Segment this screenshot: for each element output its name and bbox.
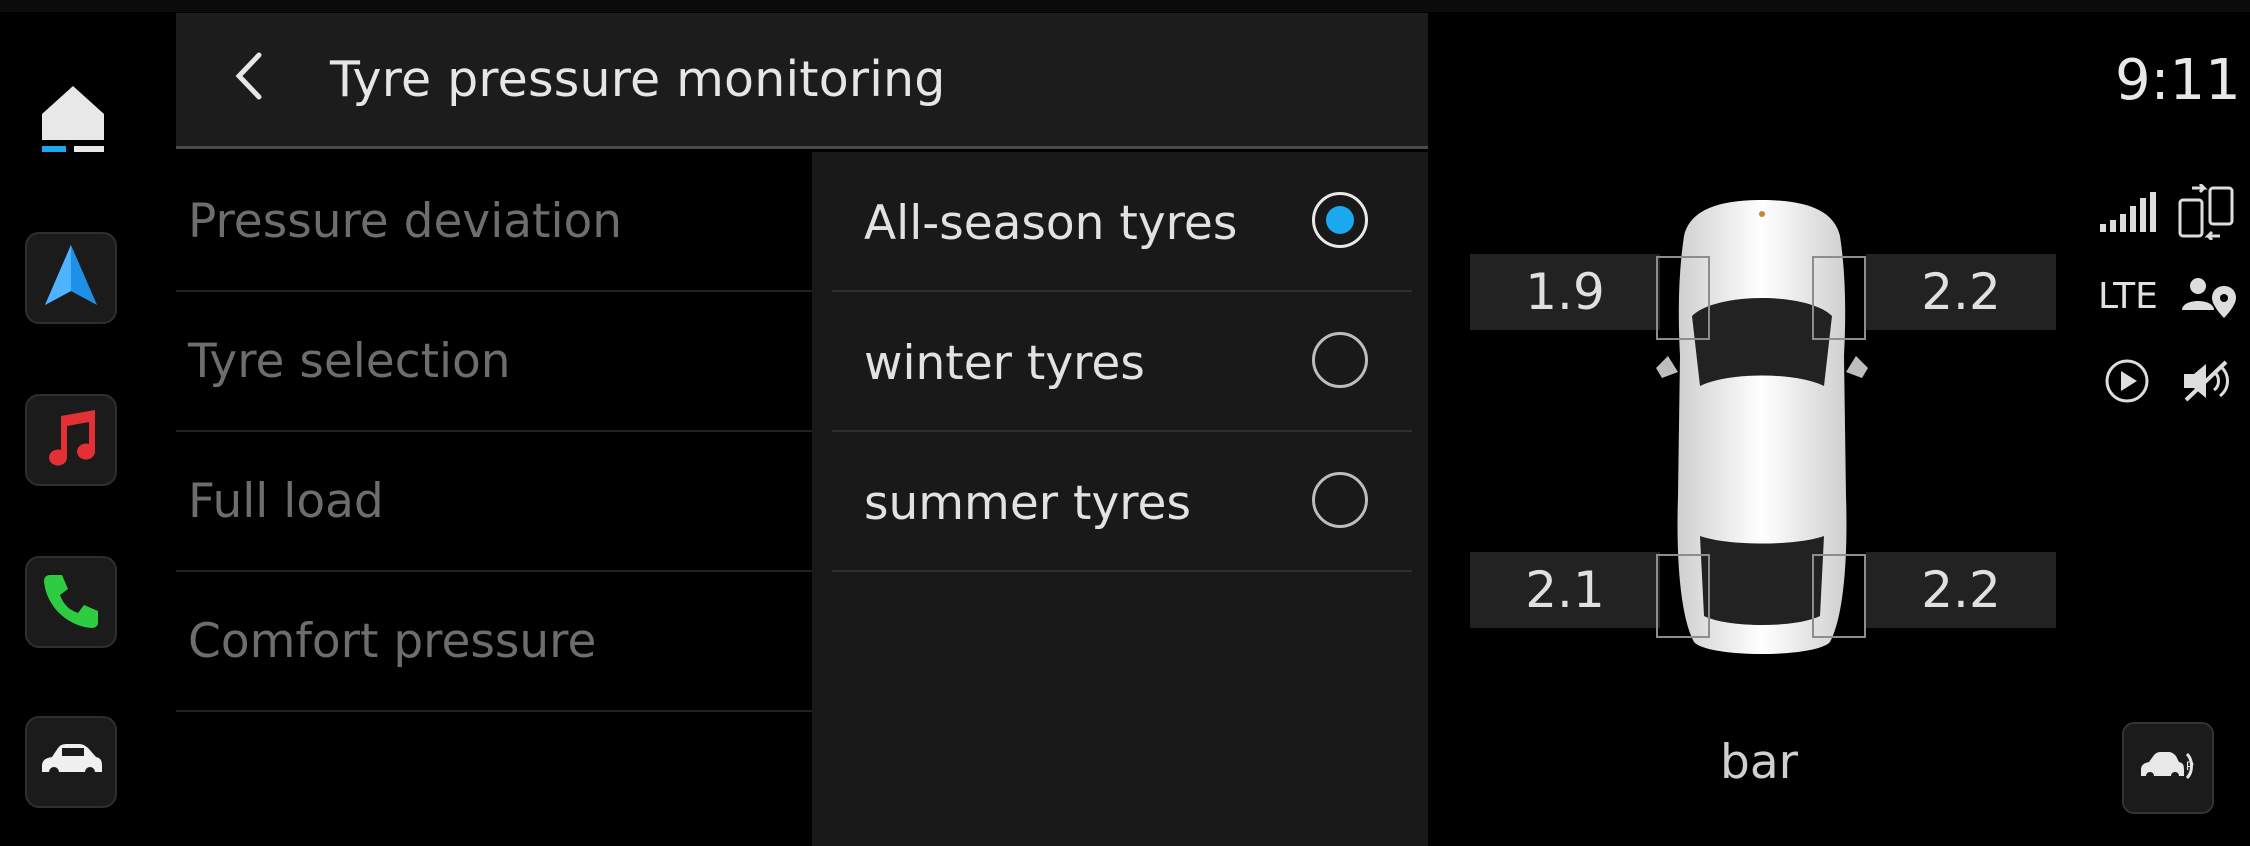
play-icon: [2104, 358, 2150, 408]
option-label: summer tyres: [864, 476, 1191, 531]
car-button[interactable]: [25, 716, 117, 808]
wheel-rear-left: [1656, 554, 1710, 638]
menu-item-label: Comfort pressure: [188, 613, 597, 669]
option-all-season-tyres[interactable]: All-season tyres: [832, 152, 1412, 292]
phone-connection-icon: [2178, 182, 2234, 244]
navigation-button[interactable]: [25, 232, 117, 324]
menu-item-label: Pressure deviation: [188, 193, 623, 249]
car-icon: [38, 740, 104, 784]
network-type: LTE: [2098, 276, 2158, 317]
menu-item-pressure-deviation[interactable]: Pressure deviation: [176, 152, 812, 292]
phone-icon: [42, 571, 100, 633]
navigation-icon: [43, 243, 99, 313]
pressure-rear-right: 2.2: [1866, 552, 2056, 628]
option-label: winter tyres: [864, 336, 1145, 391]
menu-item-tyre-selection[interactable]: Tyre selection: [176, 292, 812, 432]
option-winter-tyres[interactable]: winter tyres: [832, 292, 1412, 432]
svg-text:P: P: [2186, 759, 2194, 773]
top-strip: [0, 0, 2250, 12]
menu-item-label: Full load: [188, 473, 384, 529]
page-title: Tyre pressure monitoring: [330, 51, 946, 108]
mute-icon: [2180, 358, 2232, 408]
pressure-front-left: 1.9: [1470, 254, 1660, 330]
settings-header: Tyre pressure monitoring: [176, 13, 1428, 149]
pressure-front-right: 2.2: [1866, 254, 2056, 330]
pressure-rear-left: 2.1: [1470, 552, 1660, 628]
menu-item-label: Tyre selection: [188, 333, 511, 389]
wheel-rear-right: [1812, 554, 1866, 638]
back-button[interactable]: [214, 43, 284, 113]
option-label: All-season tyres: [864, 196, 1238, 251]
home-icon[interactable]: [38, 80, 108, 160]
radio-button[interactable]: [1312, 332, 1368, 388]
music-icon: [43, 408, 99, 472]
pressure-unit: bar: [1720, 735, 1798, 790]
user-location-icon: [2180, 276, 2238, 324]
radio-button-selected[interactable]: [1312, 192, 1368, 248]
menu-item-full-load[interactable]: Full load: [176, 432, 812, 572]
chevron-left-icon: [231, 51, 267, 105]
wheel-front-left: [1656, 256, 1710, 340]
clock: 9:11: [2115, 48, 2241, 113]
settings-menu: Pressure deviation Tyre selection Full l…: [176, 152, 812, 712]
radio-button[interactable]: [1312, 472, 1368, 528]
option-summer-tyres[interactable]: summer tyres: [832, 432, 1412, 572]
park-assist-icon: P: [2139, 746, 2197, 790]
wheel-front-right: [1812, 256, 1866, 340]
tyre-options-panel: All-season tyres winter tyres summer tyr…: [812, 152, 1428, 846]
park-assist-button[interactable]: P: [2122, 722, 2214, 814]
app-rail: [0, 0, 160, 846]
signal-strength-icon: [2100, 192, 2158, 236]
phone-button[interactable]: [25, 556, 117, 648]
menu-item-comfort-pressure[interactable]: Comfort pressure: [176, 572, 812, 712]
music-button[interactable]: [25, 394, 117, 486]
